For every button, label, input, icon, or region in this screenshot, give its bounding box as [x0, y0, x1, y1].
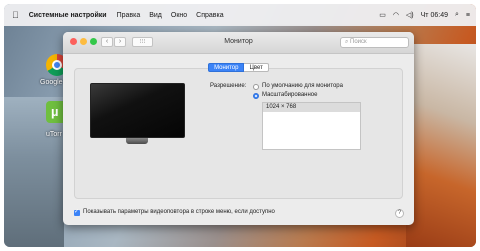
monitor-image	[90, 83, 185, 138]
mirroring-checkbox-label[interactable]: Показывать параметры видеоповтора в стро…	[83, 209, 275, 215]
tab-display[interactable]: Монитор	[208, 63, 245, 72]
mirroring-checkbox[interactable]	[74, 208, 80, 216]
monitor-stand	[126, 138, 148, 144]
tab-color[interactable]: Цвет	[244, 63, 269, 72]
volume-icon[interactable]: ◁)	[406, 11, 414, 19]
menu-bar:  Системные настройки Правка Вид Окно Сп…	[4, 4, 476, 26]
radio-scaled[interactable]	[253, 93, 259, 99]
preferences-window: ‹ › ⁝⁝⁝ Монитор ⌕ Поиск Монитор Цвет Раз…	[63, 32, 414, 225]
resolution-list[interactable]: 1024 × 768	[262, 102, 361, 150]
menu-view[interactable]: Вид	[149, 12, 162, 19]
radio-default[interactable]	[253, 84, 259, 90]
desktop-icon-label: uTorr	[46, 131, 62, 138]
radio-default-label[interactable]: По умолчанию для монитора	[262, 83, 343, 89]
menu-app-name[interactable]: Системные настройки	[29, 12, 107, 19]
search-input[interactable]: ⌕ Поиск	[340, 37, 409, 48]
list-icon[interactable]: ≡	[466, 12, 470, 19]
apple-logo-icon[interactable]: 	[12, 10, 19, 20]
menu-edit[interactable]: Правка	[117, 12, 141, 19]
menu-window[interactable]: Окно	[171, 12, 187, 19]
radio-scaled-label[interactable]: Масштабированное	[262, 92, 317, 98]
resolution-label: Разрешение:	[210, 83, 247, 89]
search-icon[interactable]: ⌕	[455, 11, 459, 19]
screen:  Системные настройки Правка Вид Окно Сп…	[4, 4, 476, 247]
status-area: ▭ ◠ ◁) Чт 06:49 ⌕ ≡	[379, 4, 470, 26]
wallpaper-right	[406, 44, 476, 247]
clock[interactable]: Чт 06:49	[421, 12, 448, 19]
title-bar: ‹ › ⁝⁝⁝ Монитор ⌕ Поиск	[63, 32, 414, 54]
menu-help[interactable]: Справка	[196, 12, 223, 19]
airplay-icon[interactable]: ▭	[379, 11, 386, 19]
list-item[interactable]: 1024 × 768	[263, 103, 360, 112]
tab-bar: Монитор Цвет	[63, 63, 414, 72]
wifi-icon[interactable]: ◠	[393, 11, 399, 19]
help-button[interactable]: ?	[395, 209, 404, 218]
search-placeholder: Поиск	[350, 39, 367, 45]
